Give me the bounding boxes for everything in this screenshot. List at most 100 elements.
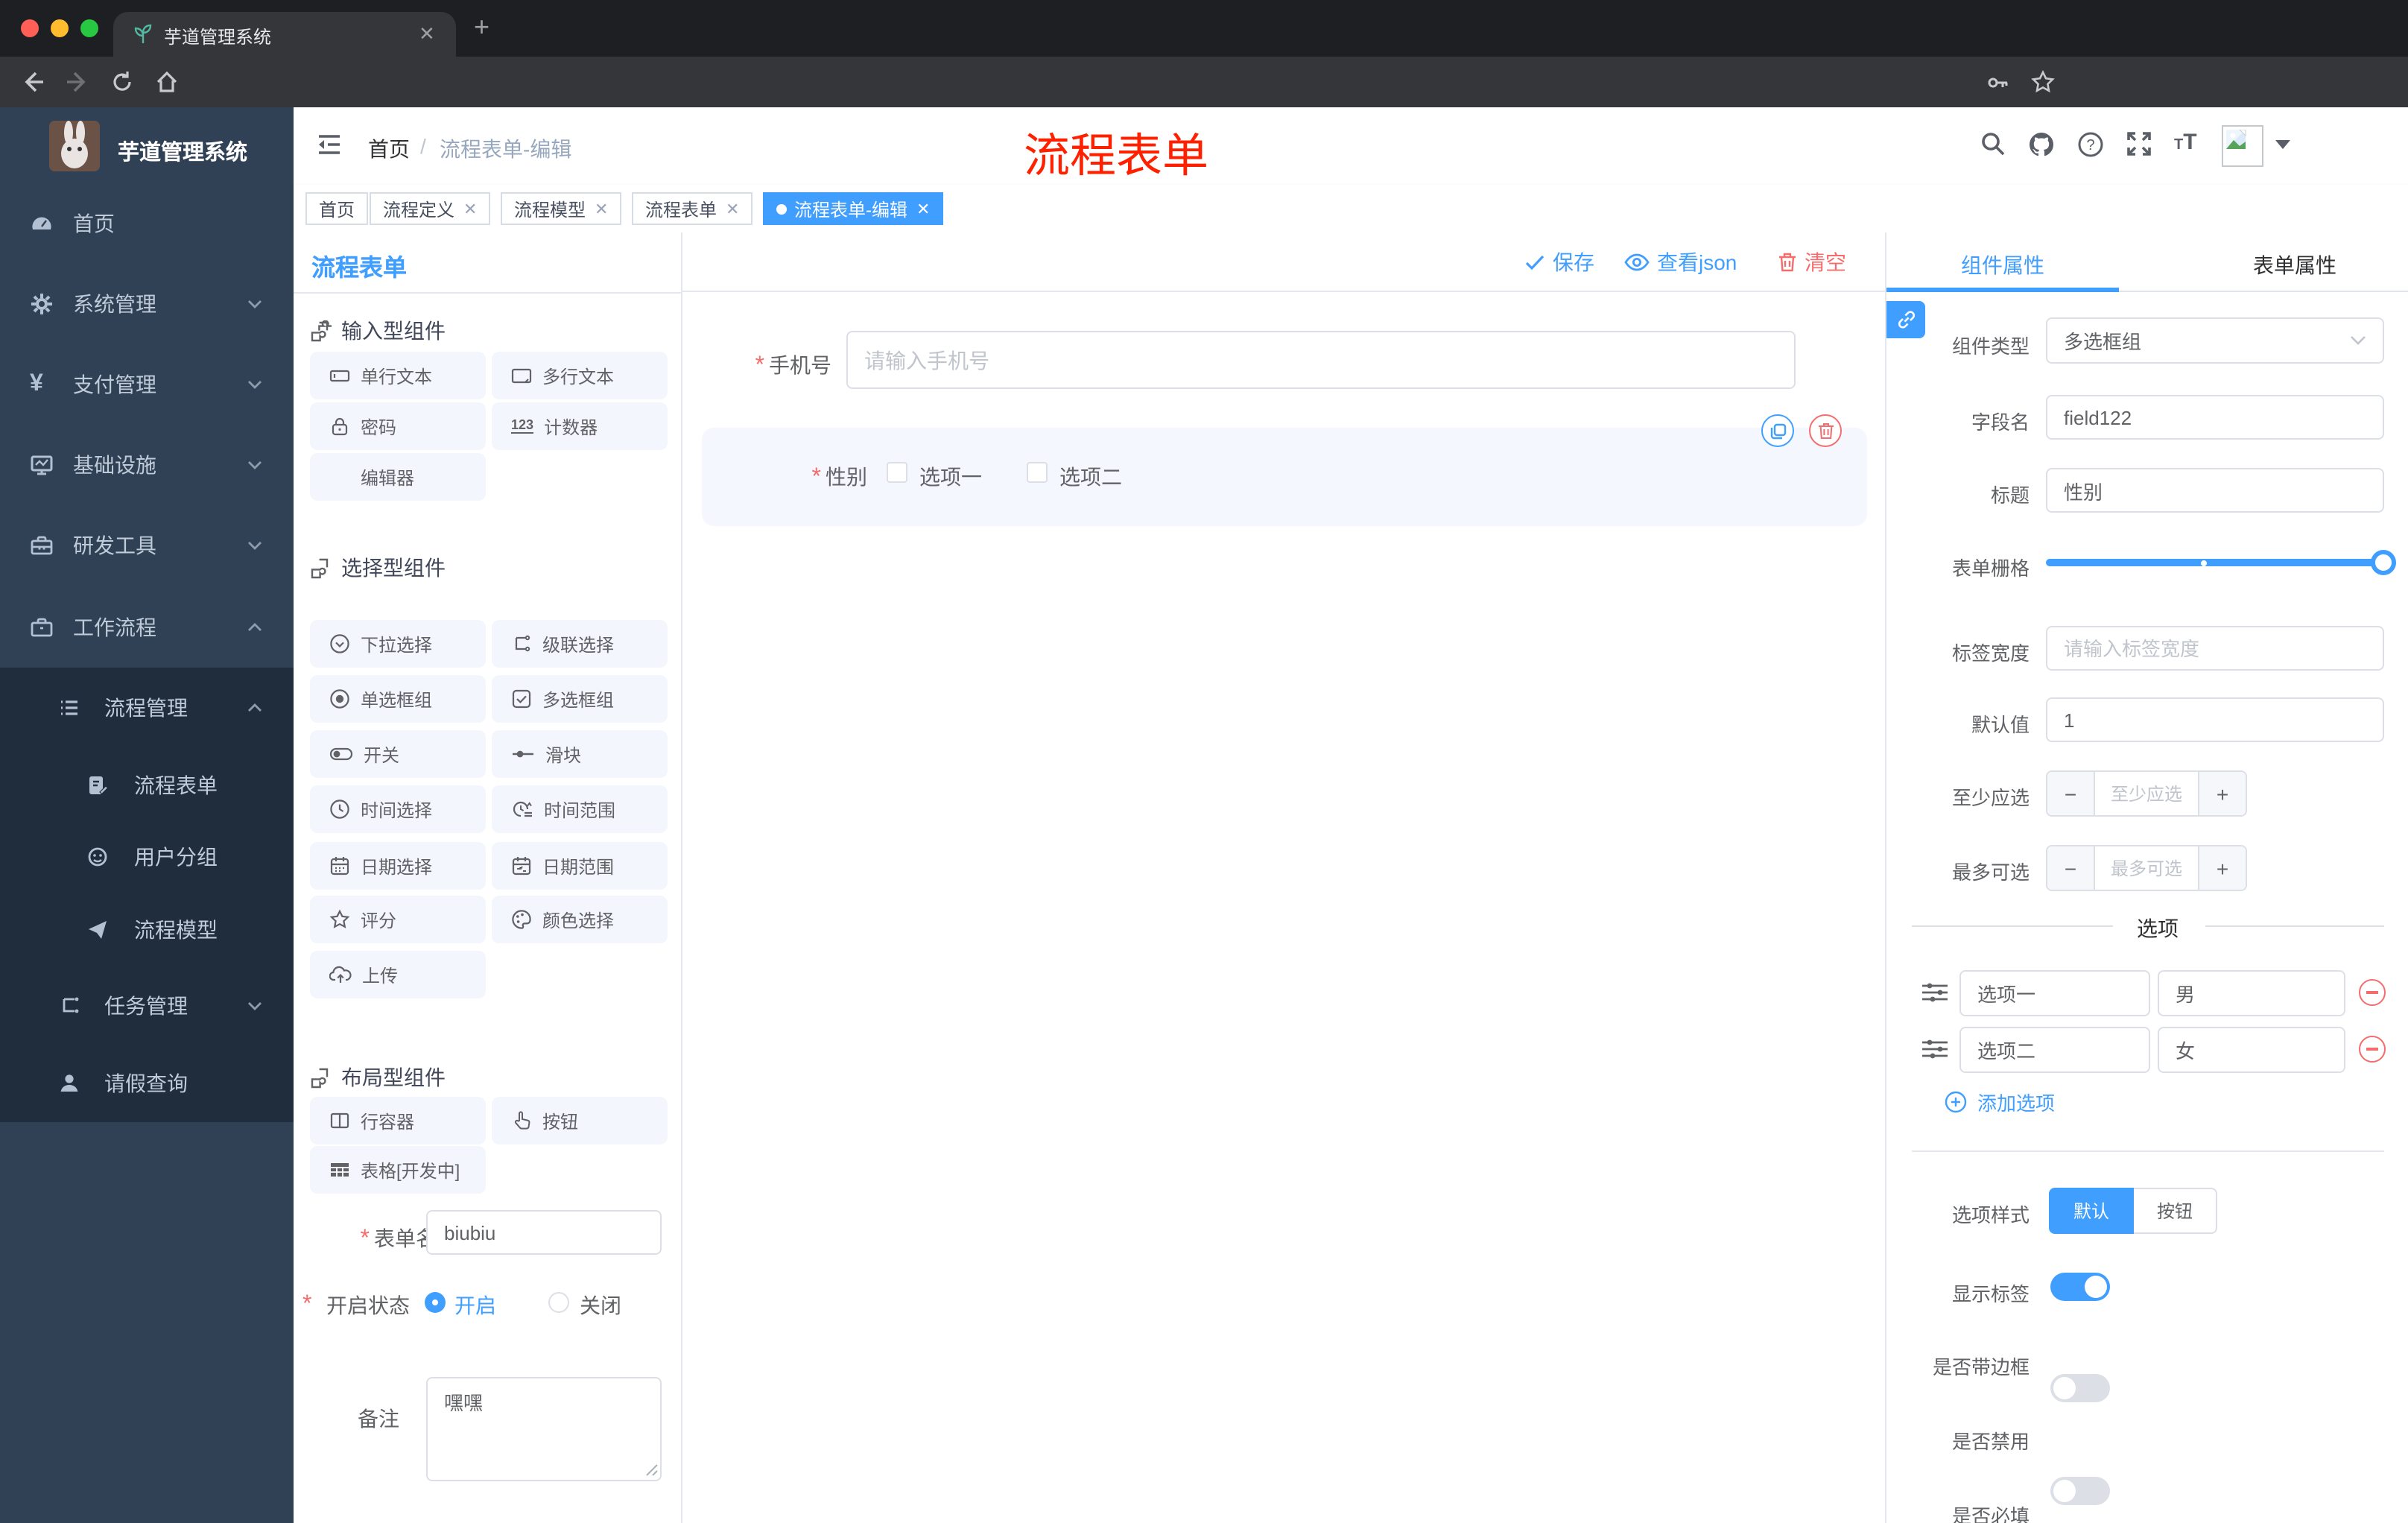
tag-process-form-edit[interactable]: 流程表单-编辑 ✕ [763, 192, 944, 225]
help-icon[interactable]: ? [2077, 131, 2104, 158]
bookmark-star-icon[interactable] [2031, 70, 2055, 94]
tag-close-icon[interactable]: ✕ [916, 199, 930, 218]
github-icon[interactable] [2028, 131, 2055, 158]
home-icon[interactable] [155, 70, 179, 94]
copy-component-button[interactable] [1761, 414, 1794, 447]
mac-zoom-button[interactable] [80, 19, 98, 37]
sidebar-item-user-group[interactable]: 用户分组 [0, 820, 294, 894]
gender-option1-checkbox[interactable] [887, 462, 907, 483]
search-icon[interactable] [1980, 131, 2006, 156]
field-name-input[interactable] [2046, 395, 2384, 440]
tag-process-definition[interactable]: 流程定义 ✕ [370, 192, 491, 225]
breadcrumb-home[interactable]: 首页 [368, 134, 410, 164]
password-key-icon[interactable] [1986, 72, 2009, 94]
phone-input[interactable] [846, 331, 1796, 389]
fullscreen-icon[interactable] [2126, 131, 2152, 156]
gender-option2-checkbox[interactable] [1027, 462, 1048, 483]
style-default-button[interactable]: 默认 [2049, 1188, 2134, 1234]
remove-option1-button[interactable] [2359, 979, 2386, 1006]
tab-form-props[interactable]: 表单属性 [2220, 250, 2369, 280]
palette-item-color-picker[interactable]: 颜色选择 [492, 896, 668, 943]
browser-tab[interactable]: 芋道管理系统 ✕ [113, 12, 456, 57]
clear-button[interactable]: 清空 [1778, 247, 1846, 277]
palette-item-checkbox-group[interactable]: 多选框组 [492, 675, 668, 723]
tag-home[interactable]: 首页 [305, 192, 369, 225]
palette-item-upload[interactable]: 上传 [310, 951, 486, 998]
mac-minimize-button[interactable] [51, 19, 69, 37]
status-radio-on[interactable] [425, 1292, 446, 1313]
form-remark-textarea[interactable]: 嘿嘿 [426, 1377, 662, 1481]
status-off-label[interactable]: 关闭 [580, 1291, 621, 1320]
sidebar-fold-icon[interactable] [316, 131, 343, 158]
show-label-toggle[interactable] [2050, 1273, 2110, 1301]
plus-button[interactable]: + [2199, 772, 2246, 815]
sidebar-item-process-form[interactable]: 流程表单 [0, 748, 294, 823]
style-button-button[interactable]: 按钮 [2134, 1188, 2217, 1234]
palette-item-editor[interactable]: 编辑器 [310, 453, 486, 501]
avatar-caret-icon[interactable] [2275, 140, 2290, 149]
sidebar-item-workflow[interactable]: 工作流程 [0, 586, 294, 668]
add-option-button[interactable]: 添加选项 [1945, 1088, 2055, 1116]
palette-item-password[interactable]: 密码 [310, 402, 486, 450]
option-drag-icon[interactable] [1921, 979, 1949, 1006]
sidebar-item-infra[interactable]: 基础设施 [0, 425, 294, 505]
sidebar-item-home[interactable]: 首页 [0, 183, 294, 264]
palette-item-time-picker[interactable]: 时间选择 [310, 785, 486, 833]
sidebar-item-system[interactable]: 系统管理 [0, 264, 294, 344]
palette-item-select[interactable]: 下拉选择 [310, 620, 486, 668]
back-icon[interactable] [21, 70, 45, 94]
palette-item-row-container[interactable]: 行容器 [310, 1097, 486, 1144]
palette-item-date-picker[interactable]: 日期选择 [310, 842, 486, 890]
label-width-input[interactable] [2046, 626, 2384, 671]
resize-handle-icon[interactable] [645, 1463, 659, 1477]
gender-option1-label[interactable]: 选项一 [919, 462, 982, 492]
minus-button[interactable]: − [2047, 846, 2094, 890]
delete-component-button[interactable] [1809, 414, 1842, 447]
palette-item-counter[interactable]: 123 计数器 [492, 402, 668, 450]
sidebar-item-process-mgmt[interactable]: 流程管理 [0, 671, 294, 745]
save-button[interactable]: 保存 [1524, 247, 1594, 277]
option-drag-icon[interactable] [1921, 1036, 1949, 1063]
disabled-toggle[interactable] [2050, 1477, 2110, 1505]
grid-slider-track[interactable] [2046, 559, 2384, 566]
tag-process-model[interactable]: 流程模型 ✕ [501, 192, 622, 225]
forward-icon[interactable] [66, 70, 89, 94]
new-tab-button[interactable]: + [474, 12, 489, 43]
palette-item-radio-group[interactable]: 单选框组 [310, 675, 486, 723]
status-radio-off[interactable] [548, 1292, 569, 1313]
palette-item-cascader[interactable]: 级联选择 [492, 620, 668, 668]
option1-value-input[interactable] [2158, 970, 2345, 1016]
status-on-label[interactable]: 开启 [454, 1291, 496, 1320]
view-json-button[interactable]: 查看json [1624, 247, 1737, 277]
gender-option2-label[interactable]: 选项二 [1059, 462, 1122, 492]
title-input[interactable] [2046, 468, 2384, 513]
remove-option2-button[interactable] [2359, 1036, 2386, 1063]
default-value-input[interactable] [2046, 697, 2384, 742]
palette-item-table[interactable]: 表格[开发中] [310, 1146, 486, 1194]
tag-close-icon[interactable]: ✕ [726, 199, 739, 218]
avatar[interactable] [2222, 125, 2263, 167]
tab-component-props[interactable]: 组件属性 [1928, 250, 2077, 280]
tag-close-icon[interactable]: ✕ [595, 199, 608, 218]
option2-label-input[interactable] [1959, 1027, 2150, 1073]
mac-close-button[interactable] [21, 19, 39, 37]
slider-handle[interactable] [2371, 550, 2396, 575]
palette-item-button[interactable]: 按钮 [492, 1097, 668, 1144]
palette-item-slider[interactable]: 滑块 [492, 730, 668, 778]
component-type-select[interactable]: 多选框组 [2046, 317, 2384, 364]
tag-process-form[interactable]: 流程表单 ✕ [632, 192, 753, 225]
palette-item-multi-text[interactable]: 多行文本 [492, 352, 668, 399]
tag-close-icon[interactable]: ✕ [463, 199, 477, 218]
palette-item-single-text[interactable]: 单行文本 [310, 352, 486, 399]
bordered-toggle[interactable] [2050, 1374, 2110, 1402]
palette-item-date-range[interactable]: 日期范围 [492, 842, 668, 890]
reload-icon[interactable] [110, 70, 134, 94]
form-name-input[interactable] [426, 1210, 662, 1255]
sidebar-item-pay[interactable]: ¥ 支付管理 [0, 344, 294, 425]
max-select-input[interactable] [2094, 846, 2199, 890]
sidebar-item-process-model[interactable]: 流程模型 [0, 893, 294, 967]
palette-item-switch[interactable]: 开关 [310, 730, 486, 778]
font-size-icon[interactable]: TT [2174, 130, 2197, 155]
palette-item-rate[interactable]: 评分 [310, 896, 486, 943]
sidebar-item-devtools[interactable]: 研发工具 [0, 505, 294, 586]
